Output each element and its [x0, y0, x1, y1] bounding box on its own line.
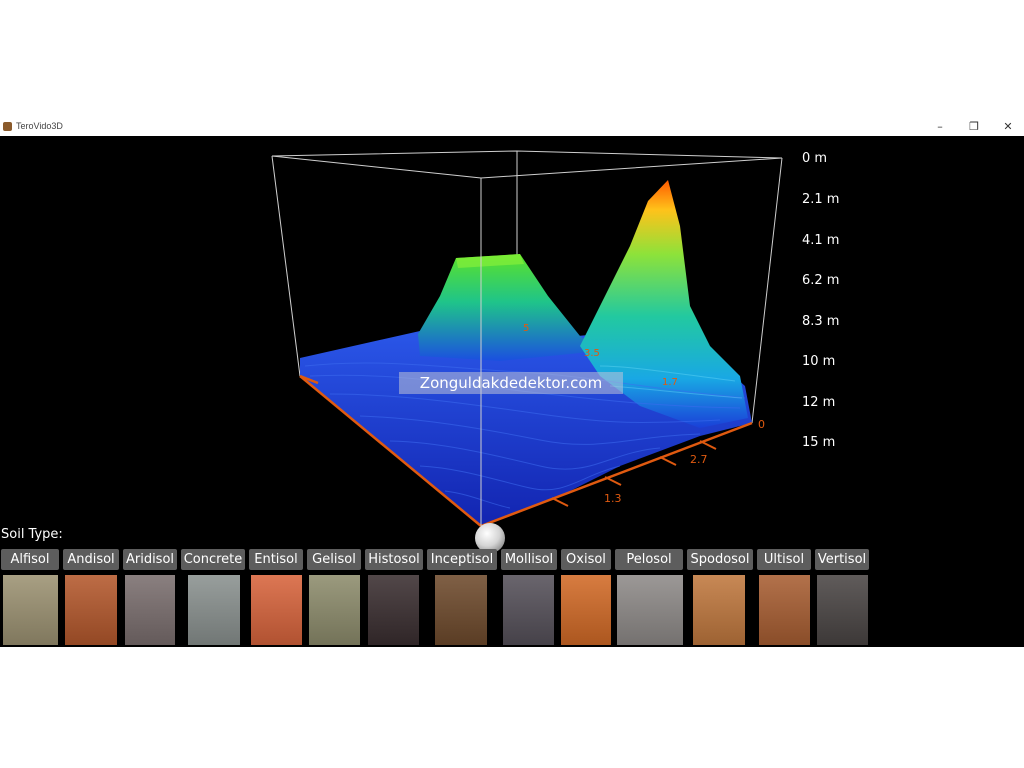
soil-swatch-inceptisol[interactable]: [435, 575, 487, 645]
soil-swatch-concrete[interactable]: [188, 575, 240, 645]
depth-label: 2.1 m: [802, 192, 840, 207]
soil-button-mollisol[interactable]: Mollisol: [501, 549, 557, 570]
depth-label: 8.3 m: [802, 314, 840, 329]
soil-button-pelosol[interactable]: Pelosol: [615, 549, 683, 570]
soil-button-ultisol[interactable]: Ultisol: [757, 549, 811, 570]
soil-swatch-vertisol[interactable]: [817, 575, 868, 645]
soil-button-entisol[interactable]: Entisol: [249, 549, 303, 570]
depth-label: 0 m: [802, 151, 828, 166]
soil-swatch-aridisol[interactable]: [125, 575, 175, 645]
soil-button-aridisol[interactable]: Aridisol: [123, 549, 177, 570]
soil-swatch-spodosol[interactable]: [693, 575, 745, 645]
peak-annotation: 5: [523, 323, 529, 334]
soil-button-spodosol[interactable]: Spodosol: [687, 549, 753, 570]
soil-button-vertisol[interactable]: Vertisol: [815, 549, 869, 570]
soil-button-gelisol[interactable]: Gelisol: [307, 549, 361, 570]
soil-button-andisol[interactable]: Andisol: [63, 549, 119, 570]
floor-tick-label: 1.3: [604, 492, 622, 505]
surface-mesh: [300, 180, 752, 526]
depth-label: 4.1 m: [802, 233, 840, 248]
watermark: Zonguldakdedektor.com: [399, 372, 623, 394]
soil-swatch-histosol[interactable]: [368, 575, 419, 645]
soil-button-concrete[interactable]: Concrete: [181, 549, 245, 570]
peak-annotation: 3.5: [584, 348, 600, 359]
depth-label: 15 m: [802, 435, 836, 450]
close-button[interactable]: ✕: [995, 119, 1021, 135]
peak-annotation: 1.7: [662, 377, 678, 388]
depth-label: 6.2 m: [802, 273, 840, 288]
soil-button-oxisol[interactable]: Oxisol: [561, 549, 611, 570]
title-bar: TeroVido3D – ❐ ✕: [0, 118, 1024, 136]
soil-button-histosol[interactable]: Histosol: [365, 549, 423, 570]
window-title: TeroVido3D: [16, 121, 63, 131]
soil-swatch-mollisol[interactable]: [503, 575, 554, 645]
soil-swatch-pelosol[interactable]: [617, 575, 683, 645]
soil-type-label: Soil Type:: [1, 527, 63, 542]
soil-swatch-entisol[interactable]: [251, 575, 302, 645]
floor-tick-label: 2.7: [690, 453, 708, 466]
soil-swatch-ultisol[interactable]: [759, 575, 810, 645]
soil-button-inceptisol[interactable]: Inceptisol: [427, 549, 497, 570]
soil-swatch-andisol[interactable]: [65, 575, 117, 645]
soil-swatch-oxisol[interactable]: [561, 575, 611, 645]
soil-swatch-gelisol[interactable]: [309, 575, 360, 645]
depth-label: 10 m: [802, 354, 836, 369]
soil-app-icon: [3, 122, 12, 131]
app-canvas: 1.3 2.7 0 5 3.5 1.7 0 m 2.1 m 4.1 m 6.2 …: [0, 136, 1024, 647]
corner-label: 0: [758, 418, 765, 431]
soil-button-alfisol[interactable]: Alfisol: [1, 549, 59, 570]
maximize-button[interactable]: ❐: [961, 119, 987, 135]
depth-label: 12 m: [802, 395, 836, 410]
minimize-button[interactable]: –: [927, 119, 953, 135]
soil-swatch-alfisol[interactable]: [3, 575, 58, 645]
